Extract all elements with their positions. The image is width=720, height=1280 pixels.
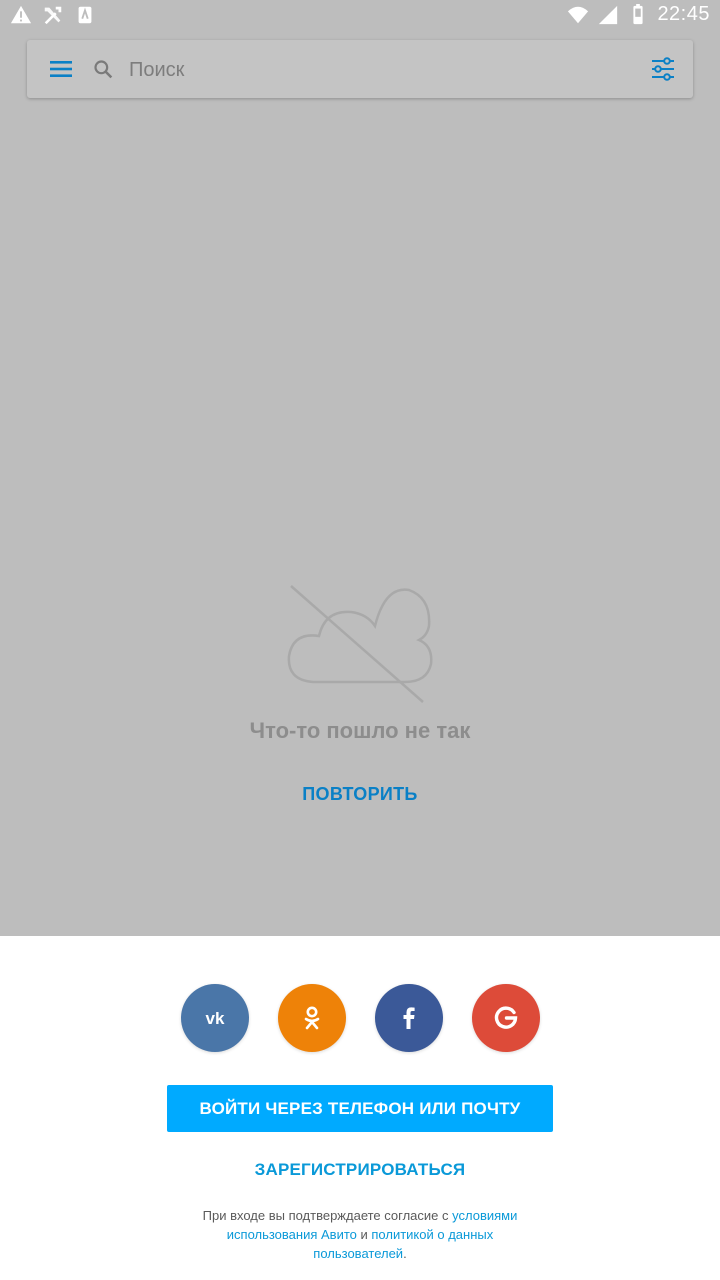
facebook-icon (403, 1007, 415, 1029)
legal-prefix: При входе вы подтверждаете согласие с (202, 1208, 453, 1223)
search-bar (27, 40, 693, 98)
facebook-login-button[interactable] (374, 984, 443, 1052)
menu-icon[interactable] (49, 57, 73, 81)
register-button[interactable]: ЗАРЕГИСТРИРОВАТЬСЯ (0, 1160, 720, 1180)
search-icon (94, 60, 113, 79)
legal-notice: При входе вы подтверждаете согласие с ус… (180, 1206, 540, 1263)
status-time: 22:45 (657, 3, 710, 25)
google-login-button[interactable] (471, 984, 540, 1052)
error-message: Что-то пошло не так (249, 718, 471, 743)
wifi-icon (568, 6, 589, 23)
battery-icon (633, 3, 644, 24)
error-state: Что-то пошло не так ПОВТОРИТЬ (0, 580, 720, 805)
odnoklassniki-icon (304, 1006, 319, 1030)
retry-button[interactable]: ПОВТОРИТЬ (302, 784, 417, 805)
social-login-row: vk (0, 984, 720, 1052)
legal-middle: и (356, 1227, 372, 1242)
vk-login-button[interactable]: vk (180, 984, 249, 1052)
offline-cloud-icon (287, 585, 433, 703)
ok-login-button[interactable] (277, 984, 346, 1052)
signal-icon (599, 5, 618, 24)
status-system: 22:45 (567, 3, 710, 26)
filter-icon[interactable] (651, 57, 675, 81)
status-bar: 22:45 (0, 0, 720, 30)
search-input[interactable] (127, 54, 631, 86)
auth-sheet: vk ВОЙТИ ЧЕРЕЗ ТЕЛЕФОН ИЛИ ПОЧТУ ЗАРЕГИС… (0, 936, 720, 1280)
legal-suffix: . (403, 1246, 407, 1261)
google-icon (494, 1006, 517, 1029)
status-notifications (10, 4, 96, 26)
app-notification-icon (78, 6, 92, 24)
warning-icon (10, 5, 32, 24)
svg-text:vk: vk (205, 1009, 224, 1028)
tools-icon (44, 6, 62, 25)
vk-icon: vk (205, 1009, 224, 1028)
login-phone-email-button[interactable]: ВОЙТИ ЧЕРЕЗ ТЕЛЕФОН ИЛИ ПОЧТУ (167, 1085, 553, 1132)
